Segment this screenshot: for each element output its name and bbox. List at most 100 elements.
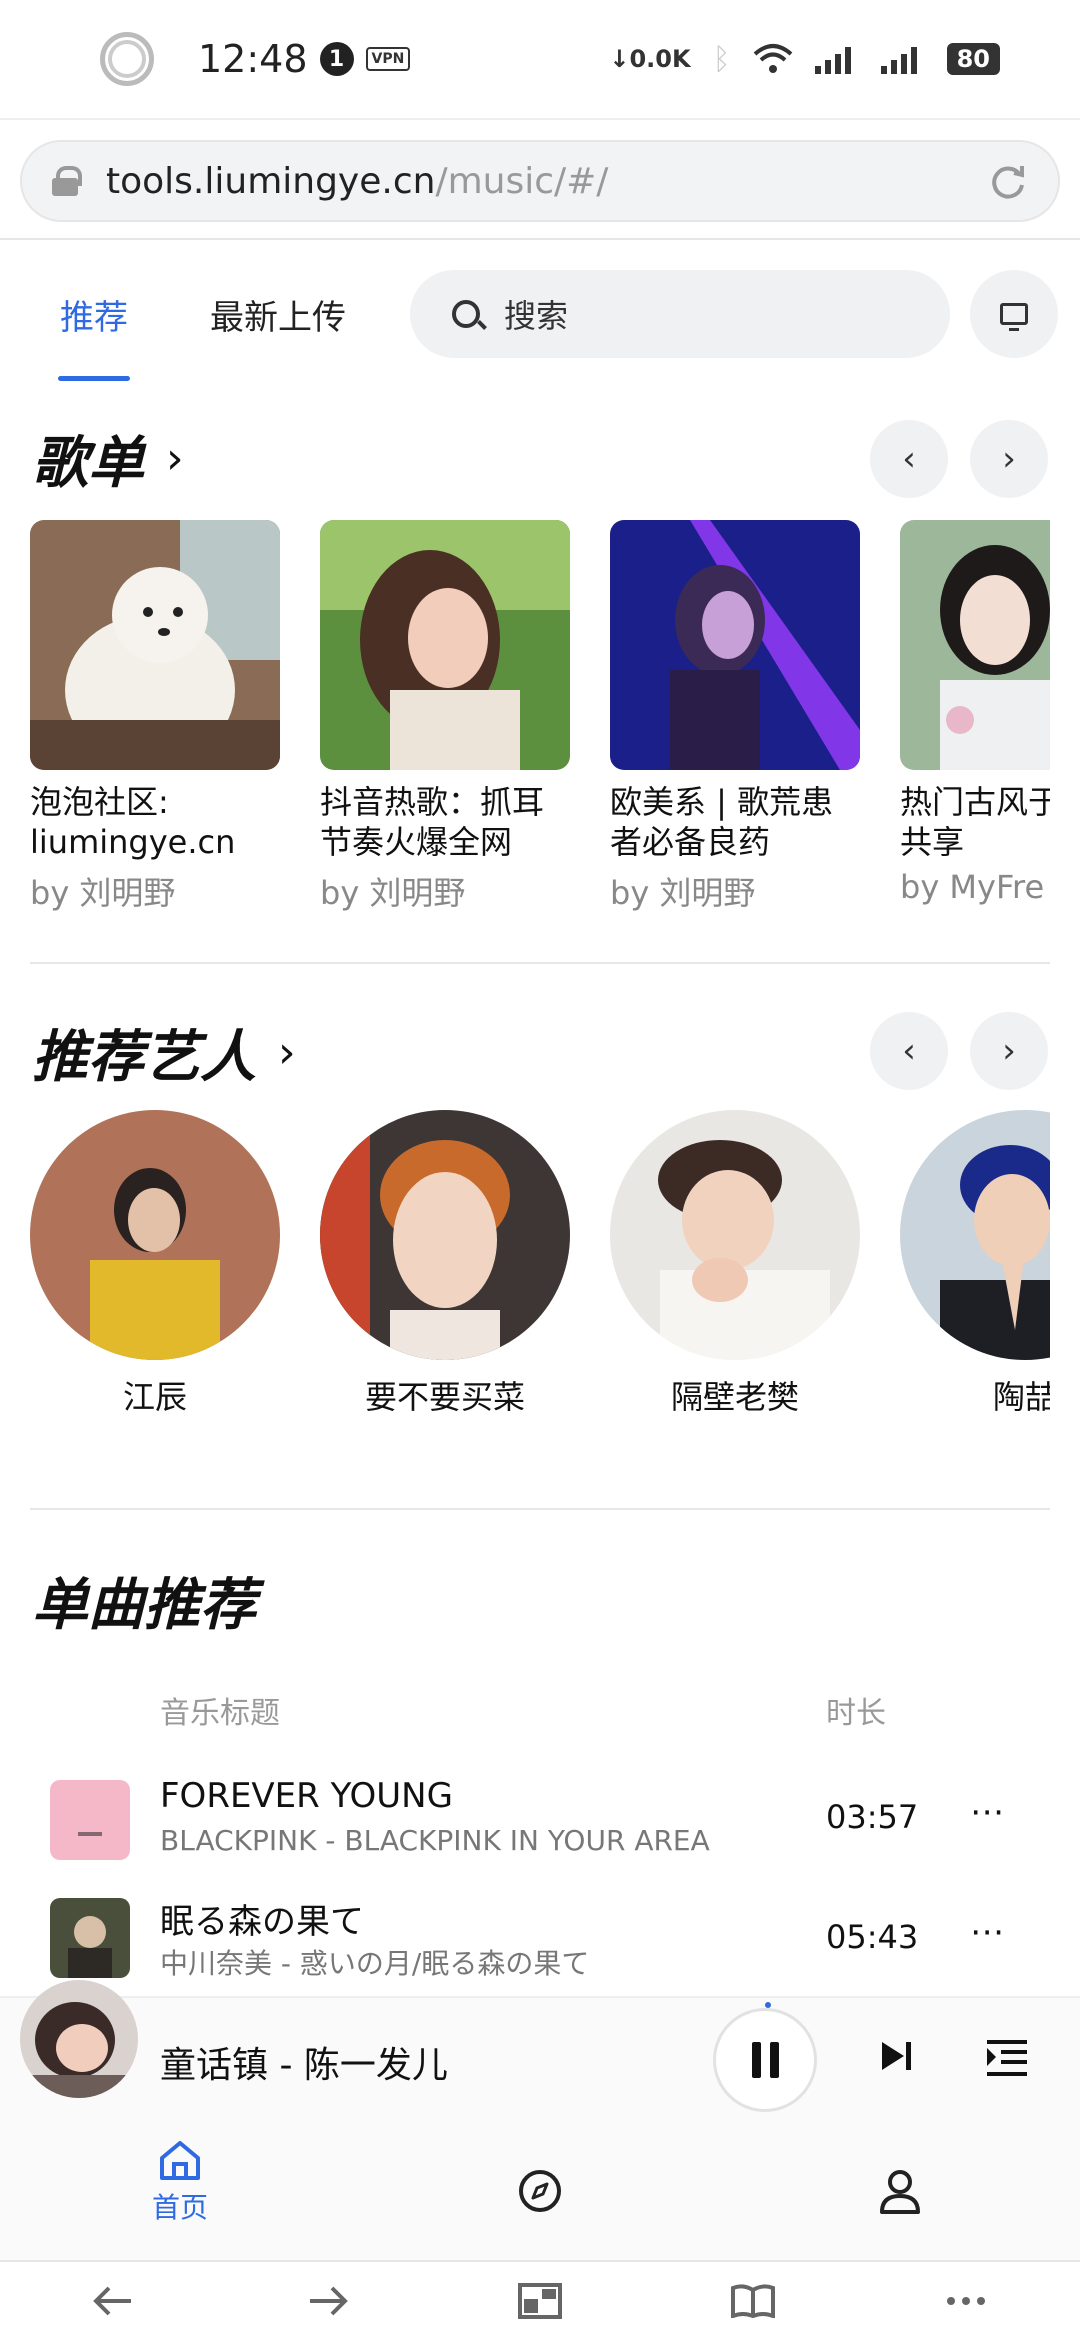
nav-home[interactable]: 首页 xyxy=(100,2128,260,2260)
playlist-row: 泡泡社区: liumingye.cn by 刘明野 抖音热歌：抓耳节奏火爆全网 … xyxy=(30,520,1050,920)
nav-home-label: 首页 xyxy=(151,2191,208,2224)
artist-avatar xyxy=(30,1110,280,1360)
playlists-prev-button[interactable]: ‹ xyxy=(870,420,948,498)
artist-card[interactable]: 陶喆 xyxy=(900,1110,1050,1418)
artist-name: 隔壁老樊 xyxy=(670,1378,799,1416)
playlist-author: by 刘明野 xyxy=(30,874,176,912)
song-row[interactable]: FOREVER YOUNG BLACKPINK - BLACKPINK IN Y… xyxy=(0,1760,1080,1880)
song-subtitle: BLACKPINK - BLACKPINK IN YOUR AREA xyxy=(160,1824,710,1857)
playlist-cover xyxy=(610,520,860,770)
status-bar: 12:48 1 VPN ↓0.0K ᛒ 80 xyxy=(0,0,1080,118)
status-time: 12:48 xyxy=(198,37,308,81)
bookmarks-button[interactable] xyxy=(725,2278,781,2324)
user-icon xyxy=(880,2170,920,2214)
artists-prev-button[interactable]: ‹ xyxy=(870,1012,948,1090)
playlists-heading[interactable]: 歌单 › xyxy=(32,418,184,499)
net-speed: ↓0.0K xyxy=(609,45,691,73)
signal-icon xyxy=(814,47,851,74)
address-bar[interactable]: tools.liumingye.cn/music/#/ xyxy=(20,140,1060,222)
song-duration: 05:43 xyxy=(826,1918,919,1956)
tab-active-indicator xyxy=(58,376,130,381)
desktop-mode-button[interactable] xyxy=(970,270,1058,358)
song-row[interactable]: 眠る森の果て 中川奈美 - 惑いの月/眠る森の果て 05:43 ⋯ xyxy=(0,1880,1080,2000)
now-playing-title[interactable]: 童话镇 - 陈一发儿 xyxy=(160,2036,448,2088)
mini-player: 童话镇 - 陈一发儿 xyxy=(0,1980,1080,2128)
playlist-title: 抖音热歌：抓耳节奏火爆全网 xyxy=(320,783,545,861)
bluetooth-icon: ᛒ xyxy=(712,41,731,77)
artist-card[interactable]: 隔壁老樊 xyxy=(610,1110,860,1418)
playlist-queue-icon[interactable] xyxy=(985,2038,1029,2078)
arrow-right-icon xyxy=(310,2286,348,2316)
playlist-author: by 刘明野 xyxy=(320,874,466,912)
artist-card[interactable]: 江辰 xyxy=(30,1110,280,1418)
artist-card[interactable]: 要不要买菜 xyxy=(320,1110,570,1418)
browser-address-area: tools.liumingye.cn/music/#/ xyxy=(0,118,1080,240)
artist-name: 江辰 xyxy=(122,1378,187,1416)
back-button[interactable] xyxy=(85,2278,141,2324)
playlist-card[interactable]: 热门古风于心，共享 by MyFre xyxy=(900,520,1050,906)
arrow-left-icon xyxy=(93,2286,131,2316)
artists-title: 推荐艺人 xyxy=(32,1025,256,1090)
song-cover xyxy=(50,1898,130,1978)
status-circle-icon xyxy=(100,32,154,86)
artist-avatar xyxy=(900,1110,1050,1360)
artist-row: 江辰 要不要买菜 隔壁老樊 陶喆 xyxy=(30,1110,1050,1430)
tabs-icon xyxy=(518,2283,562,2319)
wifi-icon xyxy=(753,44,792,73)
more-icon[interactable]: ⋯ xyxy=(970,1912,1006,1952)
nav-discover[interactable] xyxy=(460,2128,620,2260)
song-cover xyxy=(50,1780,130,1860)
forward-button[interactable] xyxy=(300,2278,356,2324)
playlists-next-button[interactable]: › xyxy=(970,420,1048,498)
nav-profile[interactable] xyxy=(820,2128,980,2260)
search-input[interactable]: 搜索 xyxy=(410,270,950,358)
app-bottom-nav: 首页 xyxy=(0,2128,1080,2260)
song-duration: 03:57 xyxy=(826,1798,919,1836)
compass-icon xyxy=(519,2170,561,2212)
pause-button[interactable] xyxy=(713,2008,817,2112)
chevron-left-icon: ‹ xyxy=(902,439,916,479)
more-options-button[interactable] xyxy=(938,2278,994,2324)
reload-icon[interactable] xyxy=(988,161,1028,201)
more-horizontal-icon xyxy=(947,2297,985,2305)
artist-avatar xyxy=(320,1110,570,1360)
address-url[interactable]: tools.liumingye.cn/music/#/ xyxy=(106,161,608,202)
playlist-title: 泡泡社区: liumingye.cn xyxy=(30,783,236,861)
column-header-title: 音乐标题 xyxy=(160,1696,280,1731)
pause-icon-bar xyxy=(769,2042,779,2078)
next-track-icon[interactable] xyxy=(880,2040,912,2072)
tab-latest-upload[interactable]: 最新上传 xyxy=(210,290,346,339)
book-icon xyxy=(731,2284,775,2318)
playlists-title: 歌单 xyxy=(32,431,144,496)
battery-icon: 80 xyxy=(946,43,1000,75)
now-playing-cover[interactable] xyxy=(20,1980,138,2098)
notification-badge: 1 xyxy=(319,42,354,76)
section-divider xyxy=(30,1508,1050,1510)
song-subtitle: 中川奈美 - 惑いの月/眠る森の果て xyxy=(160,1947,590,1980)
more-icon[interactable]: ⋯ xyxy=(970,1792,1006,1832)
tabs-button[interactable] xyxy=(512,2278,568,2324)
chevron-right-icon: › xyxy=(1002,439,1016,479)
playlist-card[interactable]: 欧美系 | 歌荒患者必备良药 by 刘明野 xyxy=(610,520,860,914)
signal-icon-2 xyxy=(880,47,917,74)
pause-icon-bar xyxy=(751,2042,761,2078)
artist-avatar xyxy=(610,1110,860,1360)
chevron-right-icon: › xyxy=(166,433,184,484)
playlist-author: by 刘明野 xyxy=(610,874,756,912)
vpn-icon: VPN xyxy=(365,47,411,71)
artist-name: 要不要买菜 xyxy=(364,1378,525,1416)
top-nav: 推荐 最新上传 搜索 xyxy=(0,240,1080,385)
playlist-title: 欧美系 | 歌荒患者必备良药 xyxy=(610,783,834,861)
tab-recommend[interactable]: 推荐 xyxy=(60,290,128,339)
song-title: 眠る森の果て xyxy=(160,1902,364,1942)
playlist-cover xyxy=(900,520,1050,770)
artist-name: 陶喆 xyxy=(992,1378,1050,1416)
playlist-card[interactable]: 抖音热歌：抓耳节奏火爆全网 by 刘明野 xyxy=(320,520,570,914)
playlist-card[interactable]: 泡泡社区: liumingye.cn by 刘明野 xyxy=(30,520,280,914)
home-icon xyxy=(160,2141,200,2180)
artists-heading[interactable]: 推荐艺人 › xyxy=(32,1012,296,1093)
artists-next-button[interactable]: › xyxy=(970,1012,1048,1090)
chevron-right-icon: › xyxy=(278,1027,296,1078)
chevron-right-icon: › xyxy=(1002,1031,1016,1071)
monitor-icon xyxy=(1000,303,1028,331)
